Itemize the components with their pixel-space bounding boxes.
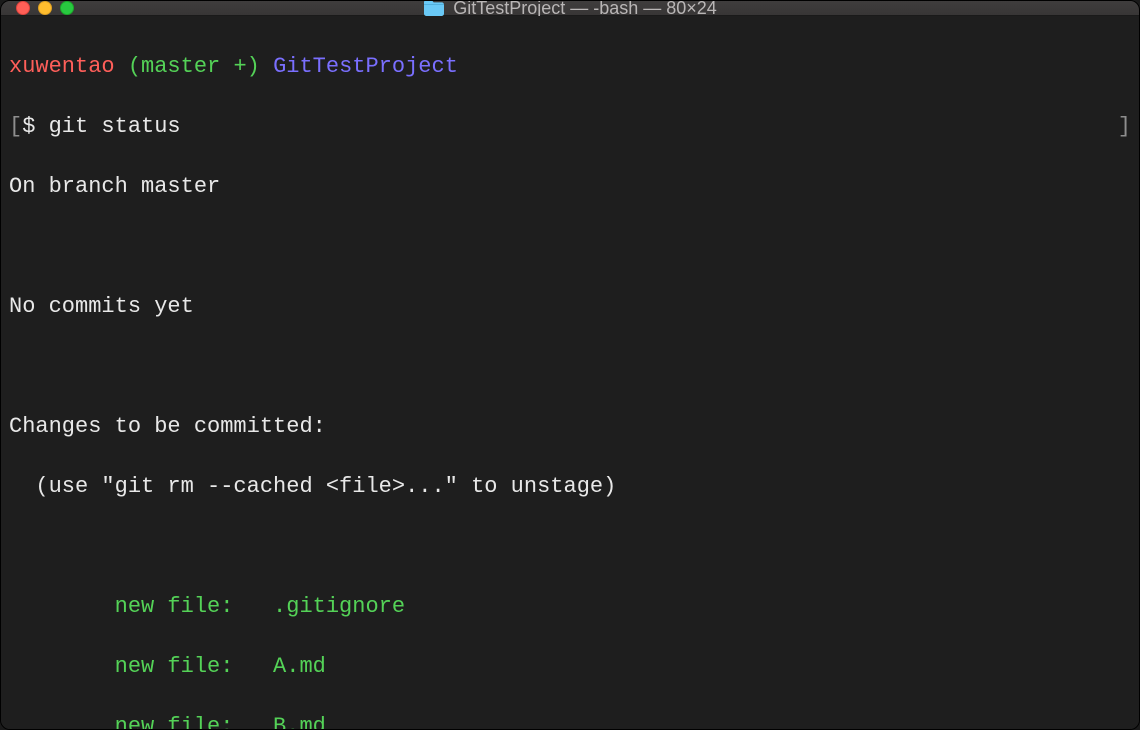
blank-line	[9, 532, 1131, 562]
prompt-branch-close: )	[247, 54, 273, 79]
minimize-button[interactable]	[38, 1, 52, 15]
prompt-user: xuwentao	[9, 54, 115, 79]
staged-file: new file: .gitignore	[9, 592, 1131, 622]
output-unstage-hint: (use "git rm --cached <file>..." to unst…	[9, 472, 1131, 502]
close-bracket: ]	[1118, 112, 1131, 142]
prompt-line: xuwentao (master +) GitTestProject	[9, 52, 1131, 82]
prompt-dir: GitTestProject	[273, 54, 458, 79]
output-on-branch: On branch master	[9, 172, 1131, 202]
output-changes-header: Changes to be committed:	[9, 412, 1131, 442]
command-line: [$ git status]	[9, 112, 1131, 142]
output-no-commits: No commits yet	[9, 292, 1131, 322]
close-button[interactable]	[16, 1, 30, 15]
dollar-sign: $	[22, 114, 48, 139]
traffic-lights	[1, 1, 74, 15]
prompt-branch: master +	[141, 54, 247, 79]
staged-file: new file: B.md	[9, 712, 1131, 730]
terminal-body[interactable]: xuwentao (master +) GitTestProject [$ gi…	[1, 16, 1139, 730]
open-bracket: [	[9, 114, 22, 139]
maximize-button[interactable]	[60, 1, 74, 15]
titlebar[interactable]: GitTestProject — -bash — 80×24	[1, 1, 1139, 16]
prompt-branch-open: (	[115, 54, 141, 79]
command-text: git status	[49, 114, 181, 139]
terminal-window: GitTestProject — -bash — 80×24 xuwentao …	[0, 0, 1140, 730]
blank-line	[9, 232, 1131, 262]
staged-file: new file: A.md	[9, 652, 1131, 682]
blank-line	[9, 352, 1131, 382]
folder-icon	[423, 0, 445, 17]
